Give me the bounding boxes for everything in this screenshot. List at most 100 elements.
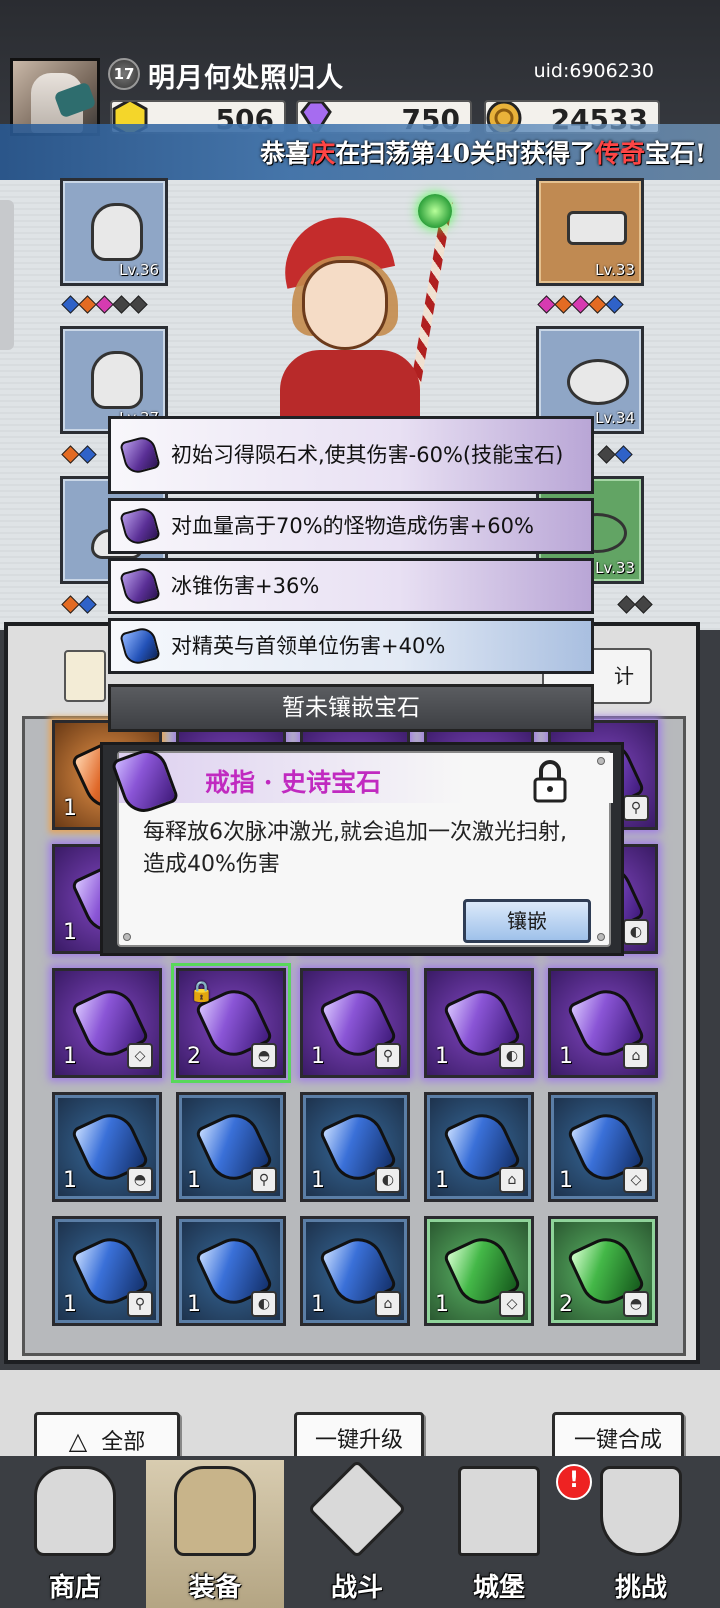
gem-cell[interactable]: 1 ◇ bbox=[424, 1216, 534, 1326]
hero-character bbox=[240, 194, 460, 440]
weapon-level: Lv.33 bbox=[595, 261, 635, 279]
rivet bbox=[597, 757, 605, 765]
banner-suffix: 宝石! bbox=[645, 139, 706, 168]
armor-icon bbox=[91, 351, 143, 409]
equip-type-icon: ⚲ bbox=[375, 1043, 401, 1069]
equip-type-icon: ◐ bbox=[499, 1043, 525, 1069]
staff-orb-icon bbox=[418, 194, 452, 228]
gem-cell[interactable]: 1 ⚲ bbox=[52, 1216, 162, 1326]
gem-count: 1 bbox=[311, 1168, 325, 1193]
side-scroll-handle[interactable] bbox=[0, 200, 14, 350]
gem-cell[interactable]: 🔒 2 ◓ bbox=[171, 963, 291, 1083]
gem-cell[interactable]: 1 ◇ bbox=[52, 968, 162, 1078]
gem-cell[interactable]: 1◐ bbox=[424, 968, 534, 1078]
skill-row-4: 对精英与首领单位伤害+40% bbox=[108, 618, 594, 674]
gem-cell[interactable]: 1◐ bbox=[300, 1092, 410, 1202]
helmet-icon bbox=[91, 203, 143, 261]
equip-type-icon: ⚲ bbox=[623, 795, 649, 821]
skill-text-3: 冰锥伤害+36% bbox=[171, 574, 320, 598]
equip-type-icon: ◐ bbox=[251, 1291, 277, 1317]
necklace-gem-sockets bbox=[617, 595, 653, 614]
gem-count: 1 bbox=[559, 1044, 573, 1069]
crossed-swords-icon bbox=[307, 1459, 407, 1559]
gem-count: 1 bbox=[63, 1044, 77, 1069]
equip-type-icon: ◓ bbox=[251, 1043, 277, 1069]
boot-gem-sockets bbox=[61, 595, 97, 614]
armor-gem-sockets bbox=[61, 445, 97, 464]
purple-gem-icon bbox=[119, 434, 161, 476]
hero-face bbox=[302, 260, 388, 350]
equip-type-icon: ◐ bbox=[375, 1167, 401, 1193]
gem-cell[interactable]: 1 ◓ bbox=[52, 1092, 162, 1202]
gem-cell[interactable]: 1 ◇ bbox=[548, 1092, 658, 1202]
gem-count: 1 bbox=[435, 1292, 449, 1317]
nav-challenge[interactable]: 挑战 bbox=[572, 1460, 710, 1608]
nav-shop[interactable]: 商店 bbox=[6, 1460, 144, 1608]
banner-player: 庆 bbox=[310, 139, 336, 168]
skill-row-3: 冰锥伤害+36% bbox=[108, 558, 594, 614]
gem-count: 1 bbox=[311, 1044, 325, 1069]
gem-cell[interactable]: 2 ◓ bbox=[548, 1216, 658, 1326]
equip-type-icon: ◇ bbox=[623, 1167, 649, 1193]
blue-gem-icon bbox=[119, 625, 161, 667]
gem-count: 1 bbox=[559, 1168, 573, 1193]
gem-count: 1 bbox=[435, 1168, 449, 1193]
gem-detail-popup: 戒指 · 史诗宝石 每释放6次脉冲激光,就会追加一次激光扫射,造成40%伤害 镶… bbox=[100, 742, 624, 956]
player-uid: uid:6906230 bbox=[533, 60, 654, 82]
gem-count: 1 bbox=[63, 1168, 77, 1193]
player-name: 明月何处照归人 bbox=[148, 63, 344, 94]
nav-battle-label: 战斗 bbox=[330, 1573, 383, 1603]
nav-equipment[interactable]: 装备 bbox=[146, 1460, 284, 1608]
equip-slot-helmet[interactable]: Lv.36 bbox=[60, 178, 168, 286]
ring-gem-sockets bbox=[597, 445, 633, 464]
nav-castle[interactable]: 城堡 bbox=[430, 1460, 568, 1608]
equip-type-icon: ◓ bbox=[127, 1167, 153, 1193]
equip-type-icon: ⌂ bbox=[623, 1043, 649, 1069]
skill-row-1: 初始习得陨石术,使其伤害-60%(技能宝石) bbox=[108, 416, 594, 494]
lock-icon: 🔒 bbox=[189, 979, 214, 1003]
inlay-button[interactable]: 镶嵌 bbox=[463, 899, 591, 943]
gem-cell[interactable]: 1⌂ bbox=[424, 1092, 534, 1202]
rivet bbox=[123, 933, 131, 941]
nav-challenge-label: 挑战 bbox=[614, 1573, 667, 1603]
equip-type-icon: ⚲ bbox=[251, 1167, 277, 1193]
nav-battle[interactable]: 战斗 bbox=[288, 1459, 426, 1608]
gem-count: 1 bbox=[187, 1292, 201, 1317]
banner-middle: 在扫荡第40关时获得了 bbox=[335, 139, 595, 168]
shield-icon bbox=[600, 1466, 682, 1556]
skill-text-1: 初始习得陨石术,使其伤害-60%(技能宝石) bbox=[171, 443, 564, 467]
equip-type-icon: ◓ bbox=[623, 1291, 649, 1317]
gem-cell[interactable]: 1⌂ bbox=[300, 1216, 410, 1326]
lock-icon[interactable] bbox=[531, 759, 569, 803]
filter-all-label: 全部 bbox=[101, 1430, 146, 1455]
no-gem-inlaid-bar: 暂未镶嵌宝石 bbox=[108, 684, 594, 732]
filter-tab-icon[interactable] bbox=[64, 650, 106, 702]
ring-icon bbox=[567, 359, 629, 405]
equip-type-icon: ⌂ bbox=[375, 1291, 401, 1317]
purple-gem-icon bbox=[119, 565, 161, 607]
gem-count: 2 bbox=[187, 1044, 201, 1069]
backpack-icon bbox=[174, 1466, 256, 1556]
rivet bbox=[597, 933, 605, 941]
equip-type-icon: ◐ bbox=[623, 919, 649, 945]
banner-prefix: 恭喜 bbox=[260, 139, 311, 168]
skill-text-2: 对血量高于70%的怪物造成伤害+60% bbox=[171, 514, 534, 538]
equip-slot-weapon[interactable]: Lv.33 bbox=[536, 178, 644, 286]
nav-castle-label: 城堡 bbox=[472, 1573, 525, 1603]
equip-type-icon: ⌂ bbox=[499, 1167, 525, 1193]
nav-shop-label: 商店 bbox=[48, 1573, 101, 1603]
gem-cell[interactable]: 1⌂ bbox=[548, 968, 658, 1078]
gem-cell[interactable]: 1 ⚲ bbox=[300, 968, 410, 1078]
skill-text-4: 对精英与首领单位伤害+40% bbox=[171, 634, 446, 658]
gem-count: 1 bbox=[187, 1168, 201, 1193]
skill-row-2: 对血量高于70%的怪物造成伤害+60% bbox=[108, 498, 594, 554]
castle-icon bbox=[458, 1466, 540, 1556]
purple-gem-icon bbox=[119, 505, 161, 547]
equip-type-icon: ◇ bbox=[127, 1043, 153, 1069]
weapon-gem-sockets bbox=[537, 295, 624, 314]
equip-type-icon: ◇ bbox=[499, 1291, 525, 1317]
gem-cell[interactable]: 1◐ bbox=[176, 1216, 286, 1326]
gem-cell[interactable]: 1 ⚲ bbox=[176, 1092, 286, 1202]
gem-detail-description: 每释放6次脉冲激光,就会追加一次激光扫射,造成40%伤害 bbox=[143, 820, 567, 877]
gem-detail-card: 戒指 · 史诗宝石 每释放6次脉冲激光,就会追加一次激光扫射,造成40%伤害 镶… bbox=[117, 751, 613, 947]
